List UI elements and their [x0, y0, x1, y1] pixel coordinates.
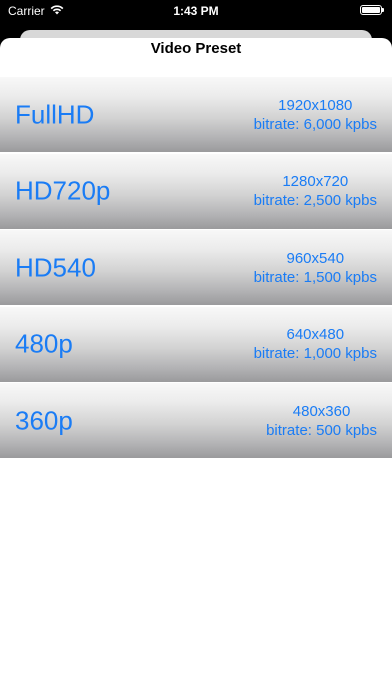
preset-list: FullHD 1920x1080 bitrate: 6,000 kpbs HD7… [0, 77, 392, 460]
preset-name: FullHD [15, 99, 95, 129]
preset-resolution: 1920x1080 [278, 96, 353, 114]
preset-bitrate: bitrate: 6,000 kpbs [253, 115, 377, 133]
sheet-title: Video Preset [150, 40, 242, 57]
preset-row-480p[interactable]: 480p 640x480 bitrate: 1,000 kpbs [0, 306, 392, 382]
preset-details: 480x360 bitrate: 500 kpbs [266, 402, 377, 440]
preset-bitrate: bitrate: 2,500 kpbs [253, 192, 377, 209]
preset-details: 960x540 bitrate: 1,500 kpbs [254, 249, 377, 287]
preset-name: HD540 [15, 252, 96, 282]
preset-resolution: 960x540 [286, 249, 345, 267]
preset-details: 1280x720 bitrate: 2,500 kpbs [254, 172, 377, 210]
video-preset-sheet: Video Preset FullHD 1920x1080 bitrate: 6… [0, 38, 392, 696]
preset-bitrate: bitrate: 500 kpbs [266, 421, 377, 439]
preset-row-hd540[interactable]: HD540 960x540 bitrate: 1,500 kpbs [0, 230, 392, 305]
preset-details: 640x480 bitrate: 1,000 kpbs [254, 325, 377, 363]
preset-resolution: 480x360 [292, 402, 351, 420]
preset-details: 1920x1080 bitrate: 6,000 kpbs [254, 96, 377, 134]
clock: 1:43 PM [173, 4, 219, 18]
preset-resolution: 1280x720 [282, 173, 349, 190]
preset-row-fullhd[interactable]: FullHD 1920x1080 bitrate: 6,000 kpbs [0, 77, 392, 152]
preset-name: 360p [15, 405, 73, 435]
preset-resolution: 640x480 [286, 326, 345, 343]
preset-name: HD720p [15, 175, 111, 206]
preset-row-360p[interactable]: 360p 480x360 bitrate: 500 kpbs [0, 383, 392, 458]
preset-bitrate: bitrate: 1,000 kpbs [253, 345, 377, 362]
preset-bitrate: bitrate: 1,500 kpbs [253, 268, 377, 286]
battery-icon [360, 5, 384, 15]
preset-row-hd720p[interactable]: HD720p 1280x720 bitrate: 2,500 kpbs [0, 153, 392, 229]
preset-name: 480p [15, 328, 73, 359]
status-bar: Carrier 1:43 PM [0, 0, 392, 22]
